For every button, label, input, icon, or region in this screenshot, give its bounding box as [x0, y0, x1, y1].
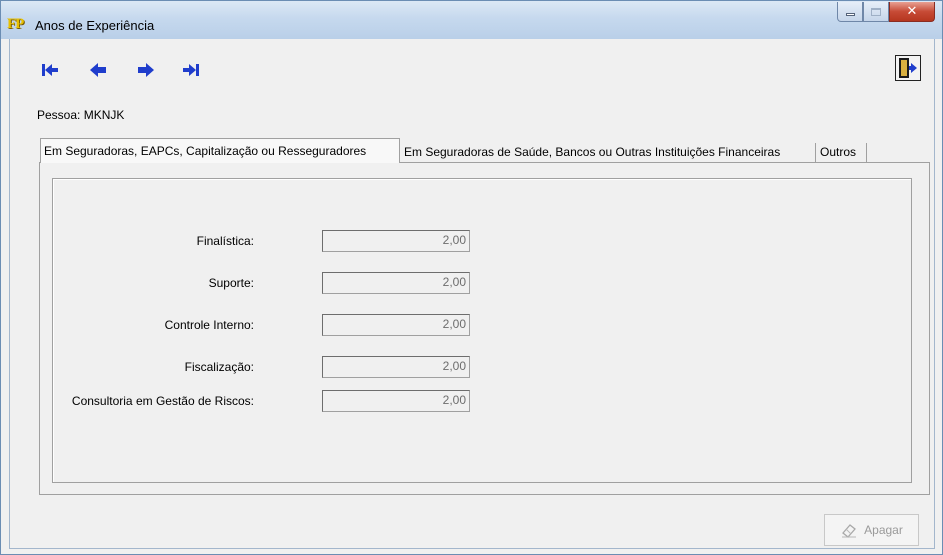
tab-outros[interactable]: Outros	[817, 143, 867, 162]
controle-interno-field[interactable]: 2,00	[322, 314, 470, 336]
minimize-icon	[845, 13, 855, 16]
previous-record-button[interactable]	[89, 62, 107, 78]
tab-seguradoras-eapcs[interactable]: Em Seguradoras, EAPCs, Capitalização ou …	[40, 138, 400, 163]
last-record-button[interactable]	[182, 62, 200, 78]
maximize-button[interactable]	[863, 2, 889, 22]
fiscalizacao-label: Fiscalização:	[184, 360, 254, 374]
last-icon	[183, 64, 199, 76]
eraser-icon	[842, 524, 857, 538]
apagar-button[interactable]: Apagar	[824, 514, 919, 546]
close-button[interactable]: ✕	[889, 2, 935, 22]
first-icon	[42, 64, 58, 76]
fiscalizacao-field[interactable]: 2,00	[322, 356, 470, 378]
consultoria-gestao-riscos-label: Consultoria em Gestão de Riscos:	[71, 394, 254, 408]
arrow-right-icon	[138, 63, 154, 77]
controle-interno-label: Controle Interno:	[164, 318, 254, 332]
caption-buttons: ✕	[837, 2, 935, 22]
finalistica-label: Finalística:	[196, 234, 254, 248]
minimize-button[interactable]	[837, 2, 863, 22]
consultoria-gestao-riscos-field[interactable]: 2,00	[322, 390, 470, 412]
suporte-label: Suporte:	[208, 276, 254, 290]
exit-door-icon	[899, 58, 917, 78]
exit-button[interactable]	[895, 55, 921, 81]
suporte-field[interactable]: 2,00	[322, 272, 470, 294]
application-window: FP Anos de Experiência ✕ Pessoa: MKNJK E…	[0, 0, 943, 555]
experience-group-box: Finalística: 2,00 Suporte: 2,00 Controle…	[52, 178, 912, 483]
apagar-label: Apagar	[864, 523, 903, 537]
tab-label: Em Seguradoras de Saúde, Bancos ou Outra…	[404, 145, 781, 159]
next-record-button[interactable]	[137, 62, 155, 78]
tab-label: Outros	[820, 145, 857, 159]
window-title: Anos de Experiência	[35, 18, 155, 33]
close-icon: ✕	[906, 4, 918, 19]
app-logo: FP	[7, 16, 24, 32]
finalistica-field[interactable]: 2,00	[322, 230, 470, 252]
tab-label: Em Seguradoras, EAPCs, Capitalização ou …	[44, 144, 367, 158]
client-area: Pessoa: MKNJK Em Seguradoras, EAPCs, Cap…	[9, 39, 935, 549]
tab-panel: Finalística: 2,00 Suporte: 2,00 Controle…	[39, 162, 930, 495]
pessoa-label: Pessoa: MKNJK	[37, 108, 125, 122]
maximize-icon	[871, 7, 881, 16]
tab-seguradoras-saude-bancos[interactable]: Em Seguradoras de Saúde, Bancos ou Outra…	[401, 143, 816, 162]
first-record-button[interactable]	[41, 62, 59, 78]
arrow-left-icon	[90, 63, 106, 77]
title-bar[interactable]: FP Anos de Experiência ✕	[1, 1, 942, 39]
